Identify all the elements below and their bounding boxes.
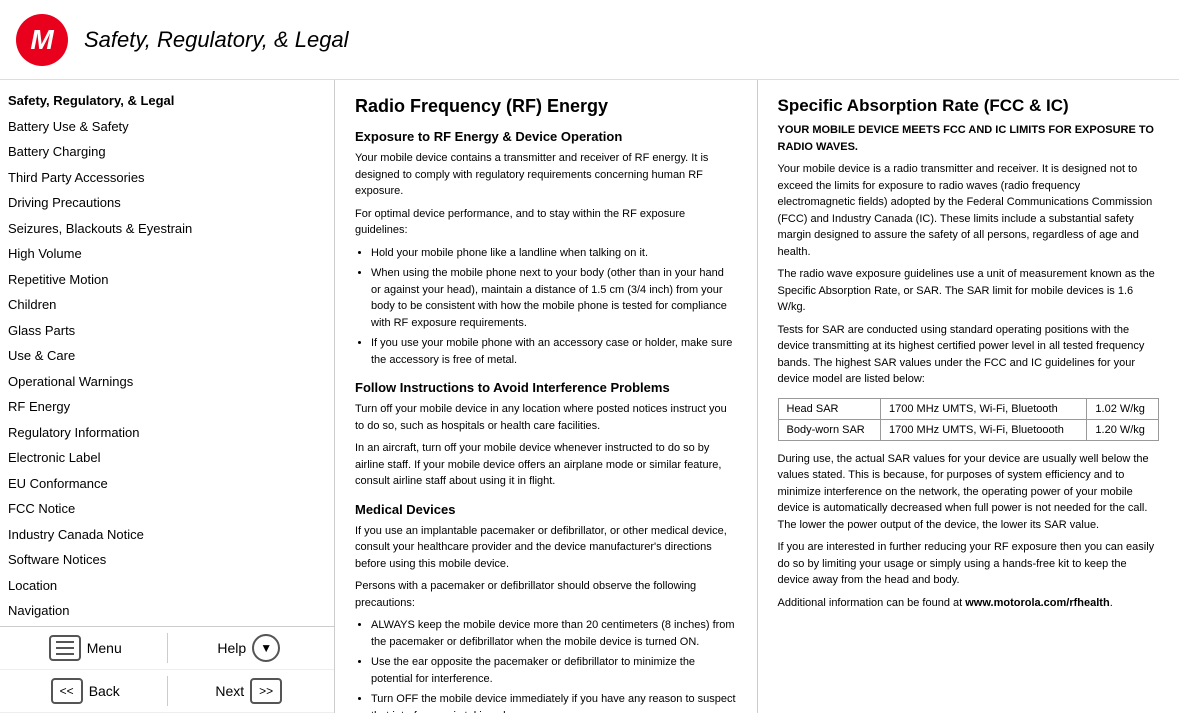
sidebar-item-19[interactable]: Location	[0, 573, 334, 599]
interference-heading: Follow Instructions to Avoid Interferenc…	[355, 380, 737, 395]
sidebar-item-18[interactable]: Software Notices	[0, 547, 334, 573]
list-item: Hold your mobile phone like a landline w…	[371, 245, 737, 262]
sidebar-item-15[interactable]: EU Conformance	[0, 471, 334, 497]
website-suffix: .	[1110, 597, 1113, 609]
right-panel: Specific Absorption Rate (FCC & IC) YOUR…	[758, 80, 1179, 713]
exposure-bullets: Hold your mobile phone like a landline w…	[371, 245, 737, 369]
sar-warning: YOUR MOBILE DEVICE MEETS FCC AND IC LIMI…	[778, 122, 1160, 155]
additional-info: Additional information can be found at w…	[778, 595, 1160, 612]
sidebar-item-20[interactable]: Navigation	[0, 598, 334, 624]
list-item: ALWAYS keep the mobile device more than …	[371, 617, 737, 650]
sar-title: Specific Absorption Rate (FCC & IC)	[778, 96, 1160, 116]
next-button[interactable]: Next >>	[172, 678, 327, 704]
center-panel: Radio Frequency (RF) Energy Exposure to …	[335, 80, 758, 713]
medical-heading: Medical Devices	[355, 502, 737, 517]
motorola-logo: M	[16, 14, 68, 66]
sidebar-item-5[interactable]: Seizures, Blackouts & Eyestrain	[0, 216, 334, 242]
usage-para2: If you are interested in further reducin…	[778, 539, 1160, 589]
help-icon: ▼	[252, 634, 280, 662]
sar-intro: Your mobile device is a radio transmitte…	[778, 161, 1160, 260]
sidebar-item-10[interactable]: Use & Care	[0, 343, 334, 369]
menu-label: Menu	[87, 640, 122, 656]
interference-para1: Turn off your mobile device in any locat…	[355, 401, 737, 434]
exposure-intro: Your mobile device contains a transmitte…	[355, 150, 737, 200]
sidebar-item-11[interactable]: Operational Warnings	[0, 369, 334, 395]
sidebar-nav: Safety, Regulatory, & LegalBattery Use &…	[0, 80, 334, 626]
sidebar-item-1[interactable]: Battery Use & Safety	[0, 114, 334, 140]
back-button[interactable]: << Back	[8, 678, 163, 704]
exposure-heading: Exposure to RF Energy & Device Operation	[355, 129, 737, 144]
sidebar-item-9[interactable]: Glass Parts	[0, 318, 334, 344]
additional-info-text: Additional information can be found at	[778, 597, 966, 609]
sidebar-item-17[interactable]: Industry Canada Notice	[0, 522, 334, 548]
sidebar-item-2[interactable]: Battery Charging	[0, 139, 334, 165]
sidebar-item-0[interactable]: Safety, Regulatory, & Legal	[0, 88, 334, 114]
logo-letter: M	[30, 24, 53, 56]
rf-energy-title: Radio Frequency (RF) Energy	[355, 96, 737, 117]
list-item: Use the ear opposite the pacemaker or de…	[371, 654, 737, 687]
table-row: Body-worn SAR1700 MHz UMTS, Wi-Fi, Bluet…	[778, 419, 1159, 440]
main-content: Safety, Regulatory, & LegalBattery Use &…	[0, 80, 1179, 713]
menu-icon	[49, 635, 81, 661]
sidebar: Safety, Regulatory, & LegalBattery Use &…	[0, 80, 335, 713]
sidebar-item-12[interactable]: RF Energy	[0, 394, 334, 420]
sidebar-item-14[interactable]: Electronic Label	[0, 445, 334, 471]
medical-bullets: ALWAYS keep the mobile device more than …	[371, 617, 737, 713]
table-row: Head SAR1700 MHz UMTS, Wi-Fi, Bluetooth1…	[778, 398, 1159, 419]
footer-divider2	[167, 676, 168, 706]
sidebar-item-7[interactable]: Repetitive Motion	[0, 267, 334, 293]
sidebar-item-6[interactable]: High Volume	[0, 241, 334, 267]
sidebar-item-16[interactable]: FCC Notice	[0, 496, 334, 522]
list-item: When using the mobile phone next to your…	[371, 265, 737, 331]
medical-para1: If you use an implantable pacemaker or d…	[355, 523, 737, 573]
back-icon: <<	[51, 678, 83, 704]
next-icon: >>	[250, 678, 282, 704]
sar-definition: The radio wave exposure guidelines use a…	[778, 266, 1160, 316]
sidebar-item-4[interactable]: Driving Precautions	[0, 190, 334, 216]
page-title: Safety, Regulatory, & Legal	[84, 27, 349, 53]
sidebar-item-8[interactable]: Children	[0, 292, 334, 318]
next-label: Next	[215, 683, 244, 699]
list-item: Turn OFF the mobile device immediately i…	[371, 691, 737, 713]
sidebar-item-3[interactable]: Third Party Accessories	[0, 165, 334, 191]
sidebar-footer: Menu Help ▼ << Back Next >>	[0, 626, 334, 713]
usage-para1: During use, the actual SAR values for yo…	[778, 451, 1160, 534]
menu-button[interactable]: Menu	[8, 635, 163, 661]
interference-para2: In an aircraft, turn off your mobile dev…	[355, 440, 737, 490]
medical-para2: Persons with a pacemaker or defibrillato…	[355, 578, 737, 611]
help-label: Help	[217, 640, 246, 656]
app-header: M Safety, Regulatory, & Legal	[0, 0, 1179, 80]
footer-bottom-row: << Back Next >>	[0, 670, 334, 713]
sidebar-item-13[interactable]: Regulatory Information	[0, 420, 334, 446]
sar-table: Head SAR1700 MHz UMTS, Wi-Fi, Bluetooth1…	[778, 398, 1160, 441]
exposure-para: For optimal device performance, and to s…	[355, 206, 737, 239]
sar-test-info: Tests for SAR are conducted using standa…	[778, 322, 1160, 388]
footer-divider	[167, 633, 168, 663]
footer-top-row: Menu Help ▼	[0, 627, 334, 670]
website-link[interactable]: www.motorola.com/rfhealth	[965, 597, 1109, 609]
list-item: If you use your mobile phone with an acc…	[371, 335, 737, 368]
help-button[interactable]: Help ▼	[172, 634, 327, 662]
back-label: Back	[89, 683, 120, 699]
